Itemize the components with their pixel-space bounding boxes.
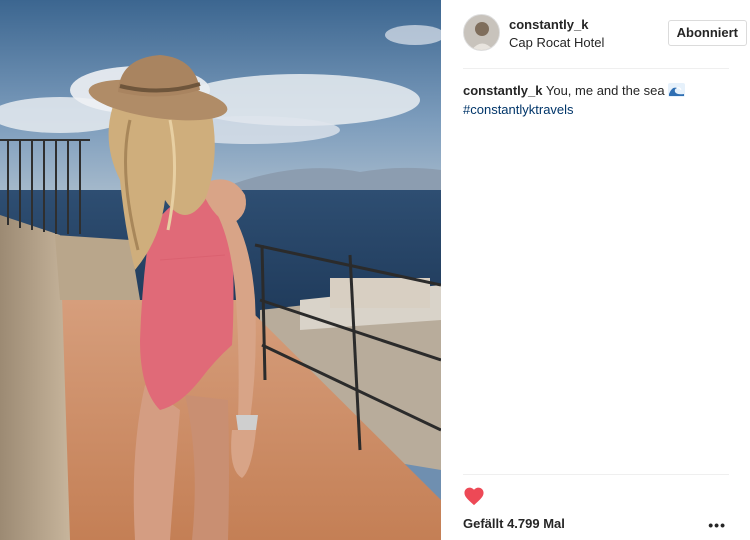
more-icon[interactable]: ••• (708, 517, 726, 533)
header-location[interactable]: Cap Rocat Hotel (509, 35, 604, 50)
follow-button[interactable]: Abonniert (667, 20, 747, 46)
post-header: constantly_k Cap Rocat Hotel Abonniert (463, 14, 747, 54)
post-image[interactable] (0, 0, 441, 540)
caption-text: You, me and the sea (542, 83, 669, 98)
header-divider (463, 68, 729, 69)
post-sidebar: constantly_k Cap Rocat Hotel Abonniert c… (441, 0, 750, 540)
wave-icon (668, 83, 686, 101)
avatar[interactable] (463, 14, 500, 51)
caption-hashtag[interactable]: #constantlyktravels (463, 102, 574, 117)
header-username[interactable]: constantly_k (509, 17, 588, 32)
avatar-image (464, 15, 499, 50)
footer-divider (463, 474, 729, 475)
heart-icon[interactable] (463, 486, 485, 511)
post-caption: constantly_k You, me and the sea #consta… (463, 82, 733, 118)
like-count[interactable]: Gefällt 4.799 Mal (463, 516, 565, 531)
caption-username[interactable]: constantly_k (463, 83, 542, 98)
post-image-art (0, 0, 441, 540)
